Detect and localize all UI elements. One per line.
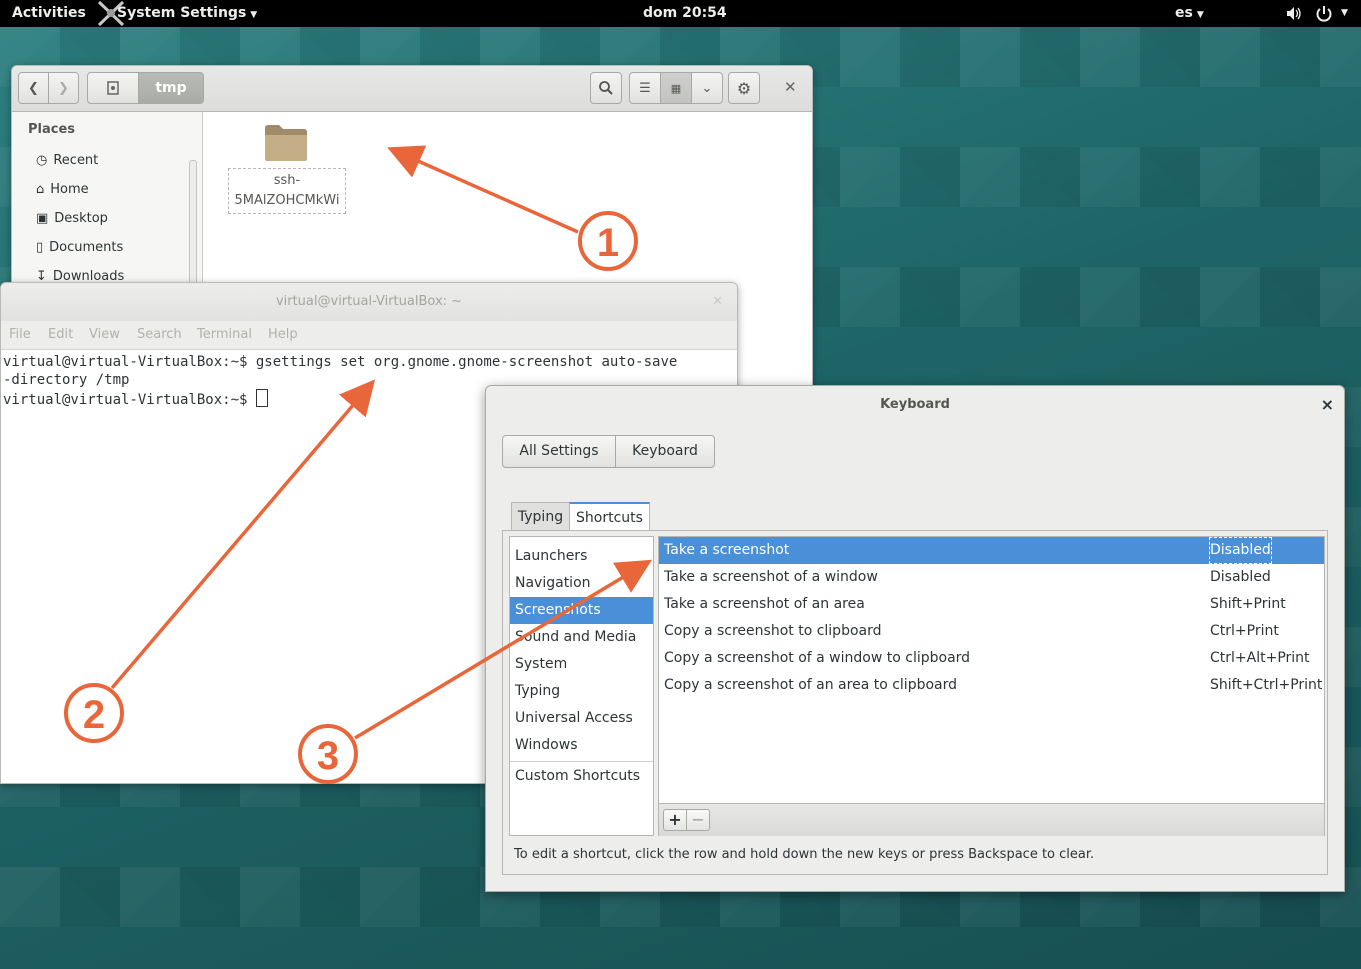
annotation-arrow-3 [298, 559, 653, 784]
annotation-marker-1: 1 [597, 221, 619, 265]
annotation-arrow-2 [64, 379, 376, 743]
annotation-layer: 1 2 3 [64, 145, 653, 784]
annotation-marker-3: 3 [317, 734, 339, 778]
annotation-marker-2: 2 [83, 693, 105, 737]
